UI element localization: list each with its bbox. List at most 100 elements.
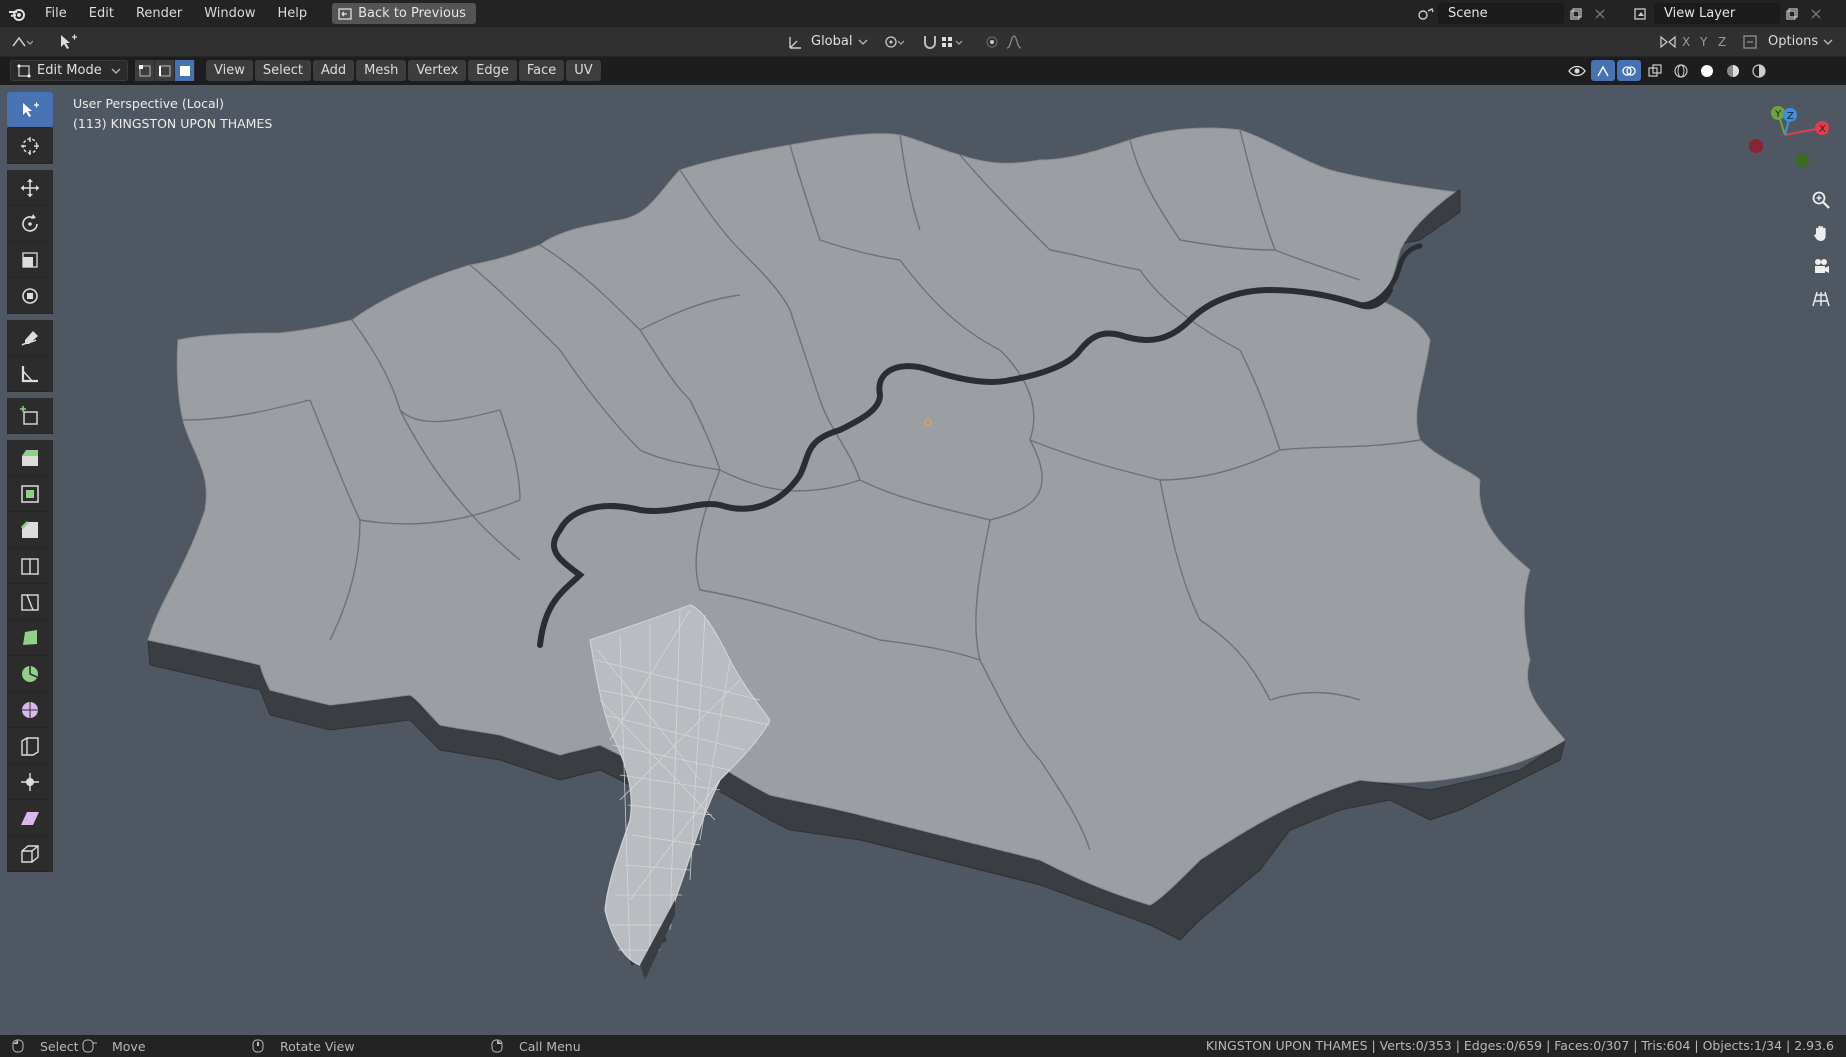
select-tool-mode-icon[interactable]: [56, 31, 80, 52]
wireframe-shading-icon[interactable]: [1669, 60, 1693, 81]
loop-cut-tool[interactable]: [7, 548, 53, 584]
shear-icon: [21, 811, 39, 825]
viewport-perspective-label: User Perspective (Local): [73, 96, 224, 111]
scene-close-icon[interactable]: [1588, 3, 1612, 24]
edge-select-icon[interactable]: [155, 60, 175, 81]
solid-shading-icon[interactable]: [1695, 60, 1719, 81]
rendered-shading-icon[interactable]: [1747, 60, 1771, 81]
view-layer-selector[interactable]: View Layer: [1630, 3, 1828, 24]
shrink-fatten-icon: [21, 772, 39, 791]
status-menu-hint: Call Menu: [491, 1039, 581, 1054]
menu-edge[interactable]: Edge: [468, 60, 517, 81]
menu-mesh[interactable]: Mesh: [356, 60, 407, 81]
menu-edit[interactable]: Edit: [78, 0, 125, 27]
status-move-label: Move: [112, 1038, 146, 1054]
xray-toggle-icon[interactable]: [1643, 60, 1667, 81]
falloff-icon[interactable]: [1004, 31, 1028, 52]
rip-region-icon: [21, 844, 39, 863]
smooth-tool[interactable]: [7, 692, 53, 728]
knife-tool[interactable]: [7, 584, 53, 620]
blender-logo-icon[interactable]: [0, 0, 34, 27]
viewport-display-controls: [1565, 60, 1771, 81]
options-dropdown[interactable]: Options: [1768, 31, 1833, 52]
mouse-right-icon: [491, 1039, 503, 1053]
poly-build-tool[interactable]: [7, 620, 53, 656]
back-icon: [338, 7, 352, 20]
editor-type-icon[interactable]: [10, 31, 34, 52]
edit-mode-icon: [17, 64, 31, 77]
face-select-icon[interactable]: [175, 60, 195, 81]
mouse-middle-icon: [252, 1039, 264, 1053]
menu-select[interactable]: Select: [254, 60, 311, 81]
menu-face[interactable]: Face: [518, 60, 565, 81]
back-to-previous-button[interactable]: Back to Previous: [332, 3, 476, 24]
cursor-icon: [21, 136, 39, 155]
scene-name-field[interactable]: Scene: [1438, 3, 1564, 24]
select-box-tool[interactable]: [7, 92, 53, 128]
menu-window[interactable]: Window: [193, 0, 266, 27]
tool-shelf: [7, 92, 55, 872]
vertex-select-icon[interactable]: [135, 60, 155, 81]
scale-icon: [22, 251, 38, 268]
snap-increment-icon[interactable]: [940, 31, 964, 52]
annotate-tool[interactable]: [7, 320, 53, 356]
proportional-edit-icon[interactable]: [980, 31, 1004, 52]
mirror-z-toggle[interactable]: Z: [1718, 35, 1726, 49]
add-cube-tool[interactable]: [7, 398, 53, 434]
rotate-tool[interactable]: [7, 206, 53, 242]
gizmo-toggle-icon[interactable]: [1591, 60, 1615, 81]
mode-dropdown[interactable]: Edit Mode: [10, 60, 128, 81]
cursor-tool[interactable]: [7, 128, 53, 164]
shrink-fatten-tool[interactable]: [7, 764, 53, 800]
scene-copy-icon[interactable]: [1564, 3, 1588, 24]
navigation-gizmo[interactable]: X Y Z: [1740, 105, 1840, 175]
inset-tool[interactable]: [7, 476, 53, 512]
menu-view[interactable]: View: [206, 60, 253, 81]
menu-add[interactable]: Add: [312, 60, 355, 81]
shear-tool[interactable]: [7, 800, 53, 836]
pan-view-button[interactable]: [1806, 218, 1836, 248]
orientation-icon: [789, 36, 801, 49]
3d-viewport[interactable]: User Perspective (Local) (113) KINGSTON …: [0, 85, 1846, 1035]
transform-tool[interactable]: [7, 278, 53, 314]
zoom-icon: [1812, 191, 1830, 209]
move-tool[interactable]: [7, 170, 53, 206]
menu-vertex[interactable]: Vertex: [408, 60, 467, 81]
view-layer-close-icon[interactable]: [1804, 3, 1828, 24]
spin-tool[interactable]: [7, 656, 53, 692]
menu-uv[interactable]: UV: [566, 60, 601, 81]
camera-view-button[interactable]: [1806, 251, 1836, 281]
overlays-toggle-icon[interactable]: [1617, 60, 1641, 81]
transform-orientation-dropdown[interactable]: Global: [787, 31, 868, 52]
edge-slide-tool[interactable]: [7, 728, 53, 764]
view-layer-field[interactable]: View Layer: [1654, 3, 1780, 24]
chevron-down-icon: [859, 39, 868, 45]
pivot-point-icon[interactable]: [882, 31, 906, 52]
bevel-tool[interactable]: [7, 512, 53, 548]
snap-toggle-icon[interactable]: [918, 31, 942, 52]
mirror-x-toggle[interactable]: X: [1682, 35, 1690, 49]
extrude-tool[interactable]: [7, 440, 53, 476]
transform-icon: [22, 287, 38, 304]
mirror-y-toggle[interactable]: Y: [1700, 35, 1707, 49]
inset-icon: [21, 484, 39, 503]
auto-merge-icon[interactable]: [1738, 31, 1762, 52]
view-layer-icon[interactable]: [1630, 3, 1654, 24]
scene-selector[interactable]: Scene: [1414, 3, 1612, 24]
scene-icon[interactable]: [1414, 3, 1438, 24]
status-select-label: Select: [40, 1038, 79, 1054]
view-layer-copy-icon[interactable]: [1780, 3, 1804, 24]
material-shading-icon[interactable]: [1721, 60, 1745, 81]
menu-file[interactable]: File: [34, 0, 78, 27]
menu-render[interactable]: Render: [125, 0, 193, 27]
mirror-icon[interactable]: [1656, 31, 1680, 52]
zoom-view-button[interactable]: [1806, 185, 1836, 215]
toggle-perspective-button[interactable]: [1806, 284, 1836, 314]
menu-help[interactable]: Help: [267, 0, 319, 27]
visibility-icon[interactable]: [1565, 60, 1589, 81]
rip-region-tool[interactable]: [7, 836, 53, 872]
measure-tool[interactable]: [7, 356, 53, 392]
scene-statistics: KINGSTON UPON THAMES | Verts:0/353 | Edg…: [1205, 1038, 1834, 1053]
scale-tool[interactable]: [7, 242, 53, 278]
rotate-icon: [22, 213, 38, 232]
